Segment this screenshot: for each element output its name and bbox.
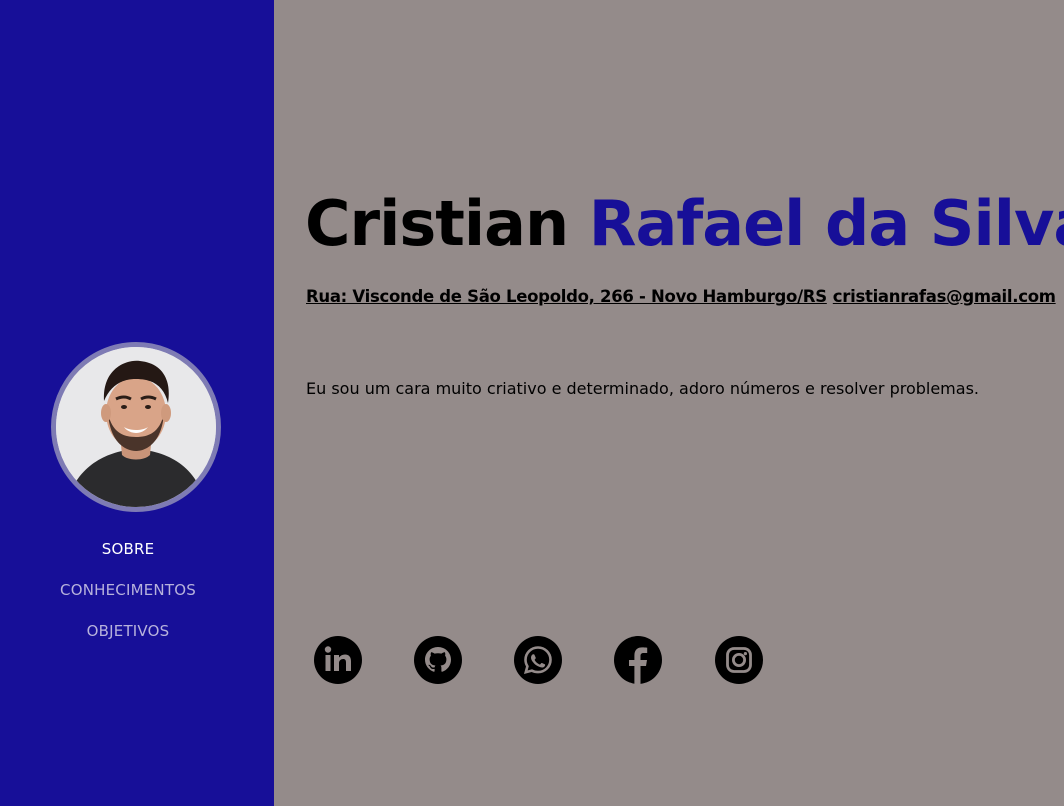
github-icon — [425, 647, 451, 672]
whatsapp-icon — [523, 646, 552, 675]
linkedin-link[interactable] — [314, 636, 362, 684]
address-link[interactable]: Rua: Visconde de São Leopoldo, 266 - Nov… — [306, 287, 827, 306]
last-name: Rafael da Silva — [588, 187, 1064, 260]
nav-conhecimentos[interactable]: CONHECIMENTOS — [0, 581, 256, 599]
sidebar: SOBRE CONHECIMENTOS OBJETIVOS — [0, 0, 274, 806]
email-link[interactable]: cristianrafas@gmail.com — [833, 287, 1056, 306]
linkedin-icon — [324, 646, 351, 671]
nav-sobre[interactable]: SOBRE — [0, 540, 256, 558]
instagram-icon — [726, 647, 752, 673]
facebook-icon — [629, 647, 648, 684]
instagram-link[interactable] — [715, 636, 763, 684]
whatsapp-link[interactable] — [514, 636, 562, 684]
github-link[interactable] — [414, 636, 462, 684]
page-title: Cristian Rafael da Silva — [305, 193, 1064, 255]
first-name: Cristian — [305, 187, 569, 260]
nav-objetivos[interactable]: OBJETIVOS — [0, 622, 256, 640]
profile-photo-icon — [56, 347, 216, 507]
contact-info: Rua: Visconde de São Leopoldo, 266 - Nov… — [306, 287, 1056, 306]
about-text: Eu sou um cara muito criativo e determin… — [306, 379, 979, 398]
avatar — [51, 342, 221, 512]
facebook-link[interactable] — [614, 636, 662, 684]
main-content: Cristian Rafael da Silva Rua: Visconde d… — [274, 0, 1064, 806]
